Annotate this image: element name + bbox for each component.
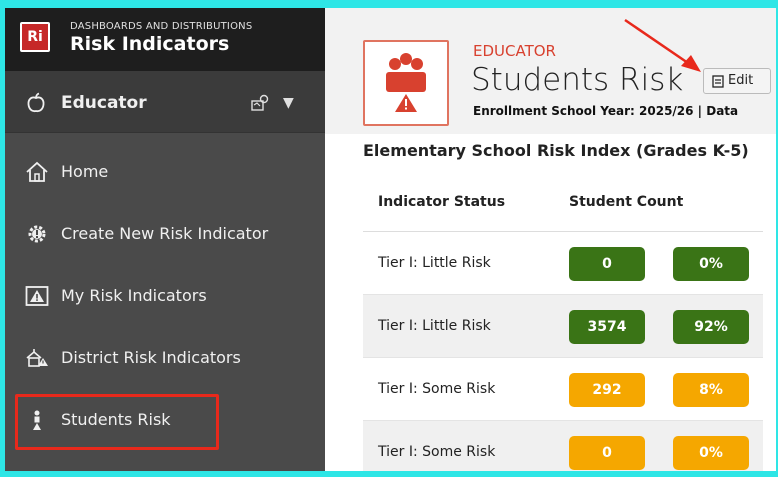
row-status: Tier I: Little Risk <box>378 318 491 334</box>
page-role: EDUCATOR <box>473 42 556 60</box>
table-row[interactable]: Tier I: Little Risk 0 0% <box>363 232 763 295</box>
count-badge[interactable]: 0 <box>569 247 645 281</box>
brand-header[interactable]: Ri DASHBOARDS AND DISTRIBUTIONS Risk Ind… <box>5 8 325 71</box>
sidebar-item-my-risk-indicators[interactable]: My Risk Indicators <box>5 265 325 327</box>
sidebar-item-create-risk-indicator[interactable]: Create New Risk Indicator <box>5 203 325 265</box>
edit-button-label: Edit <box>728 73 754 88</box>
count-badge[interactable]: 3574 <box>569 310 645 344</box>
highlight-annotation <box>15 394 219 450</box>
role-selector[interactable]: Educator ▼ <box>5 71 325 133</box>
page-header: EDUCATOR Students Risk Edit Enrollment S… <box>325 8 776 134</box>
table-row[interactable]: Tier I: Some Risk 292 8% <box>363 358 763 421</box>
school-alert-icon <box>26 349 48 367</box>
brand-title: Risk Indicators <box>70 33 230 55</box>
brand-subtitle: DASHBOARDS AND DISTRIBUTIONS <box>70 21 253 32</box>
risk-table: Indicator Status Student Count Tier I: L… <box>363 172 763 471</box>
table-header: Indicator Status Student Count <box>363 172 763 232</box>
count-badge[interactable]: 292 <box>569 373 645 407</box>
brand-logo: Ri <box>20 22 50 52</box>
sidebar-item-home[interactable]: Home <box>5 141 325 203</box>
percent-badge[interactable]: 0% <box>673 247 749 281</box>
edit-button[interactable]: Edit <box>703 68 771 94</box>
row-status: Tier I: Some Risk <box>378 444 496 460</box>
gear-alert-icon <box>28 225 46 243</box>
app-frame: Ri DASHBOARDS AND DISTRIBUTIONS Risk Ind… <box>5 8 776 471</box>
column-header-count: Student Count <box>569 194 684 210</box>
students-risk-icon <box>363 40 449 126</box>
table-row[interactable]: Tier I: Some Risk 0 0% <box>363 421 763 471</box>
home-icon <box>26 161 48 182</box>
section-title: Elementary School Risk Index (Grades K-5… <box>363 141 749 160</box>
main-content: EDUCATOR Students Risk Edit Enrollment S… <box>325 8 776 471</box>
sidebar-item-label: My Risk Indicators <box>61 286 207 305</box>
sidebar-item-label: District Risk Indicators <box>61 348 241 367</box>
page-title: Students Risk <box>471 62 684 98</box>
apple-icon <box>27 92 45 113</box>
percent-badge[interactable]: 8% <box>673 373 749 407</box>
students-alert-icon <box>386 53 426 112</box>
map-pin-icon[interactable] <box>250 93 270 113</box>
edit-icon <box>712 75 724 88</box>
percent-badge[interactable]: 0% <box>673 436 749 470</box>
table-row[interactable]: Tier I: Little Risk 3574 92% <box>363 295 763 358</box>
count-badge[interactable]: 0 <box>569 436 645 470</box>
warning-board-icon <box>25 286 49 306</box>
sidebar: Ri DASHBOARDS AND DISTRIBUTIONS Risk Ind… <box>5 8 325 471</box>
enrollment-info: Enrollment School Year: 2025/26 | Data <box>473 104 739 118</box>
sidebar-item-label: Create New Risk Indicator <box>61 224 269 243</box>
chevron-down-icon[interactable]: ▼ <box>283 95 294 111</box>
column-header-status: Indicator Status <box>378 194 506 210</box>
role-label: Educator <box>61 93 147 113</box>
sidebar-item-district-risk-indicators[interactable]: District Risk Indicators <box>5 327 325 389</box>
row-status: Tier I: Little Risk <box>378 255 491 271</box>
sidebar-item-label: Home <box>61 162 109 181</box>
row-status: Tier I: Some Risk <box>378 381 496 397</box>
percent-badge[interactable]: 92% <box>673 310 749 344</box>
